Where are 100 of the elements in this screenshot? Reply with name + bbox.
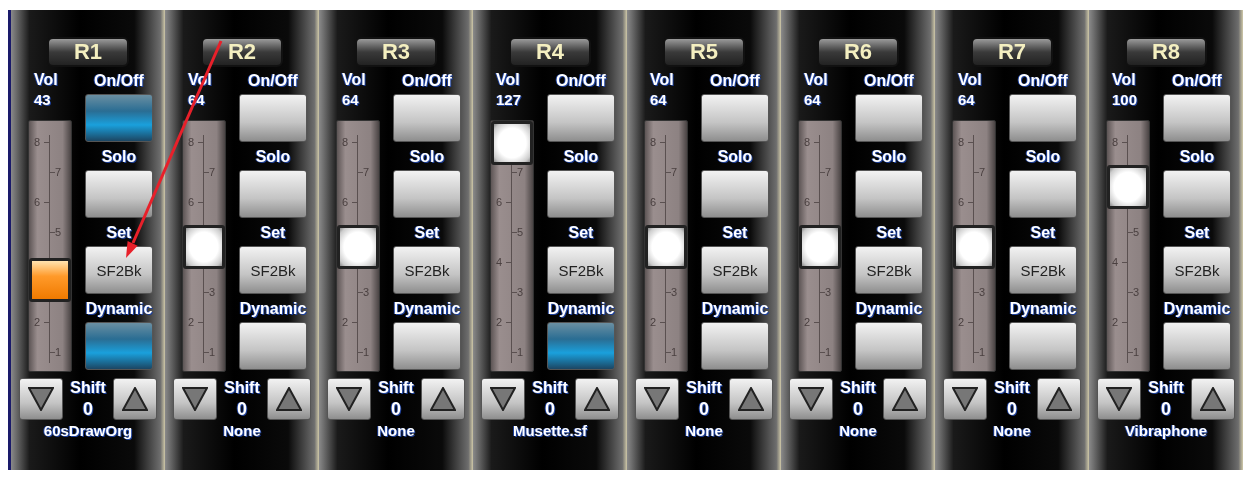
toggle-button[interactable]	[1163, 322, 1231, 370]
up-triangle-icon	[430, 387, 456, 411]
scale-mark: 1	[517, 347, 524, 358]
bank-button[interactable]: SF2Bk	[701, 246, 769, 294]
toggle-button[interactable]	[701, 170, 769, 218]
toggle-button[interactable]	[547, 322, 615, 370]
toggle-button[interactable]	[855, 170, 923, 218]
scale-mark: 2	[188, 317, 195, 328]
toggle-button[interactable]	[547, 94, 615, 142]
scale-mark: 4	[496, 257, 503, 268]
shift-up-button[interactable]	[1037, 378, 1081, 420]
scale-mark: 4	[1112, 257, 1119, 268]
channel-title: R6	[817, 37, 899, 67]
button-label: Set	[722, 224, 748, 242]
scale-mark: 3	[825, 287, 832, 298]
button-label: Dynamic	[1163, 300, 1231, 318]
shift-value: 0	[1007, 400, 1017, 420]
toggle-button[interactable]	[1163, 94, 1231, 142]
toggle-button[interactable]	[1163, 170, 1231, 218]
scale-mark: 3	[209, 287, 216, 298]
scale-mark: 6	[342, 197, 349, 208]
slider-thumb[interactable]	[799, 225, 841, 269]
toggle-button[interactable]	[701, 322, 769, 370]
bank-button[interactable]: SF2Bk	[855, 246, 923, 294]
instrument-name: Musette.sf	[512, 423, 588, 438]
down-triangle-icon	[644, 387, 670, 411]
shift-down-button[interactable]	[1097, 378, 1141, 420]
shift-up-button[interactable]	[421, 378, 465, 420]
down-triangle-icon	[28, 387, 54, 411]
instrument-name: None	[223, 423, 261, 438]
up-triangle-icon	[584, 387, 610, 411]
slider-thumb[interactable]	[953, 225, 995, 269]
bank-button[interactable]: SF2Bk	[1009, 246, 1077, 294]
shift-down-button[interactable]	[943, 378, 987, 420]
toggle-button[interactable]	[239, 94, 307, 142]
bank-button[interactable]: SF2Bk	[1163, 246, 1231, 294]
slider-thumb[interactable]	[1107, 164, 1149, 209]
shift-down-button[interactable]	[481, 378, 525, 420]
scale-mark: 7	[825, 167, 832, 178]
scale-mark: 6	[188, 197, 195, 208]
button-label: Set	[1030, 224, 1056, 242]
button-label: On/Off	[248, 72, 298, 90]
bank-button[interactable]: SF2Bk	[547, 246, 615, 294]
shift-down-button[interactable]	[789, 378, 833, 420]
shift-up-button[interactable]	[729, 378, 773, 420]
scale-mark: 3	[671, 287, 678, 298]
scale-mark: 2	[958, 317, 965, 328]
toggle-button[interactable]	[1009, 170, 1077, 218]
scale-mark: 2	[1112, 317, 1119, 328]
button-label: Dynamic	[239, 300, 307, 318]
toggle-button[interactable]	[855, 94, 923, 142]
scale-mark: 7	[55, 167, 62, 178]
toggle-button[interactable]	[239, 322, 307, 370]
slider-thumb[interactable]	[491, 121, 533, 165]
toggle-button[interactable]	[85, 94, 153, 142]
toggle-button[interactable]	[239, 170, 307, 218]
shift-up-button[interactable]	[1191, 378, 1235, 420]
toggle-button[interactable]	[85, 170, 153, 218]
scale-mark: 7	[671, 167, 678, 178]
shift-down-button[interactable]	[19, 378, 63, 420]
vol-label: Vol	[496, 72, 521, 90]
bank-button[interactable]: SF2Bk	[393, 246, 461, 294]
shift-up-button[interactable]	[883, 378, 927, 420]
toggle-button[interactable]	[855, 322, 923, 370]
toggle-button[interactable]	[393, 94, 461, 142]
shift-value: 0	[1161, 400, 1171, 420]
slider-thumb[interactable]	[337, 225, 379, 269]
scale-mark: 8	[342, 137, 349, 148]
shift-up-button[interactable]	[113, 378, 157, 420]
scale-mark: 6	[958, 197, 965, 208]
scale-mark: 1	[209, 347, 216, 358]
scale-mark: 8	[804, 137, 811, 148]
slider-thumb[interactable]	[183, 225, 225, 269]
bank-button[interactable]: SF2Bk	[85, 246, 153, 294]
shift-down-button[interactable]	[173, 378, 217, 420]
scale-mark: 7	[979, 167, 986, 178]
shift-down-button[interactable]	[327, 378, 371, 420]
bank-button[interactable]: SF2Bk	[239, 246, 307, 294]
toggle-button[interactable]	[547, 170, 615, 218]
button-label: On/Off	[710, 72, 760, 90]
vol-value: 64	[958, 92, 976, 110]
toggle-button[interactable]	[85, 322, 153, 370]
slider-thumb[interactable]	[645, 225, 687, 269]
scale-mark: 2	[342, 317, 349, 328]
shift-up-button[interactable]	[267, 378, 311, 420]
shift-up-button[interactable]	[575, 378, 619, 420]
vol-value: 127	[496, 92, 523, 110]
slider-thumb[interactable]	[29, 258, 71, 303]
button-label: Dynamic	[855, 300, 923, 318]
toggle-button[interactable]	[393, 170, 461, 218]
toggle-button[interactable]	[701, 94, 769, 142]
shift-down-button[interactable]	[635, 378, 679, 420]
channel-title: R1	[47, 37, 129, 67]
toggle-button[interactable]	[393, 322, 461, 370]
up-triangle-icon	[276, 387, 302, 411]
scale-mark: 6	[650, 197, 657, 208]
toggle-button[interactable]	[1009, 322, 1077, 370]
toggle-button[interactable]	[1009, 94, 1077, 142]
button-label: Solo	[101, 148, 137, 166]
scale-mark: 2	[804, 317, 811, 328]
